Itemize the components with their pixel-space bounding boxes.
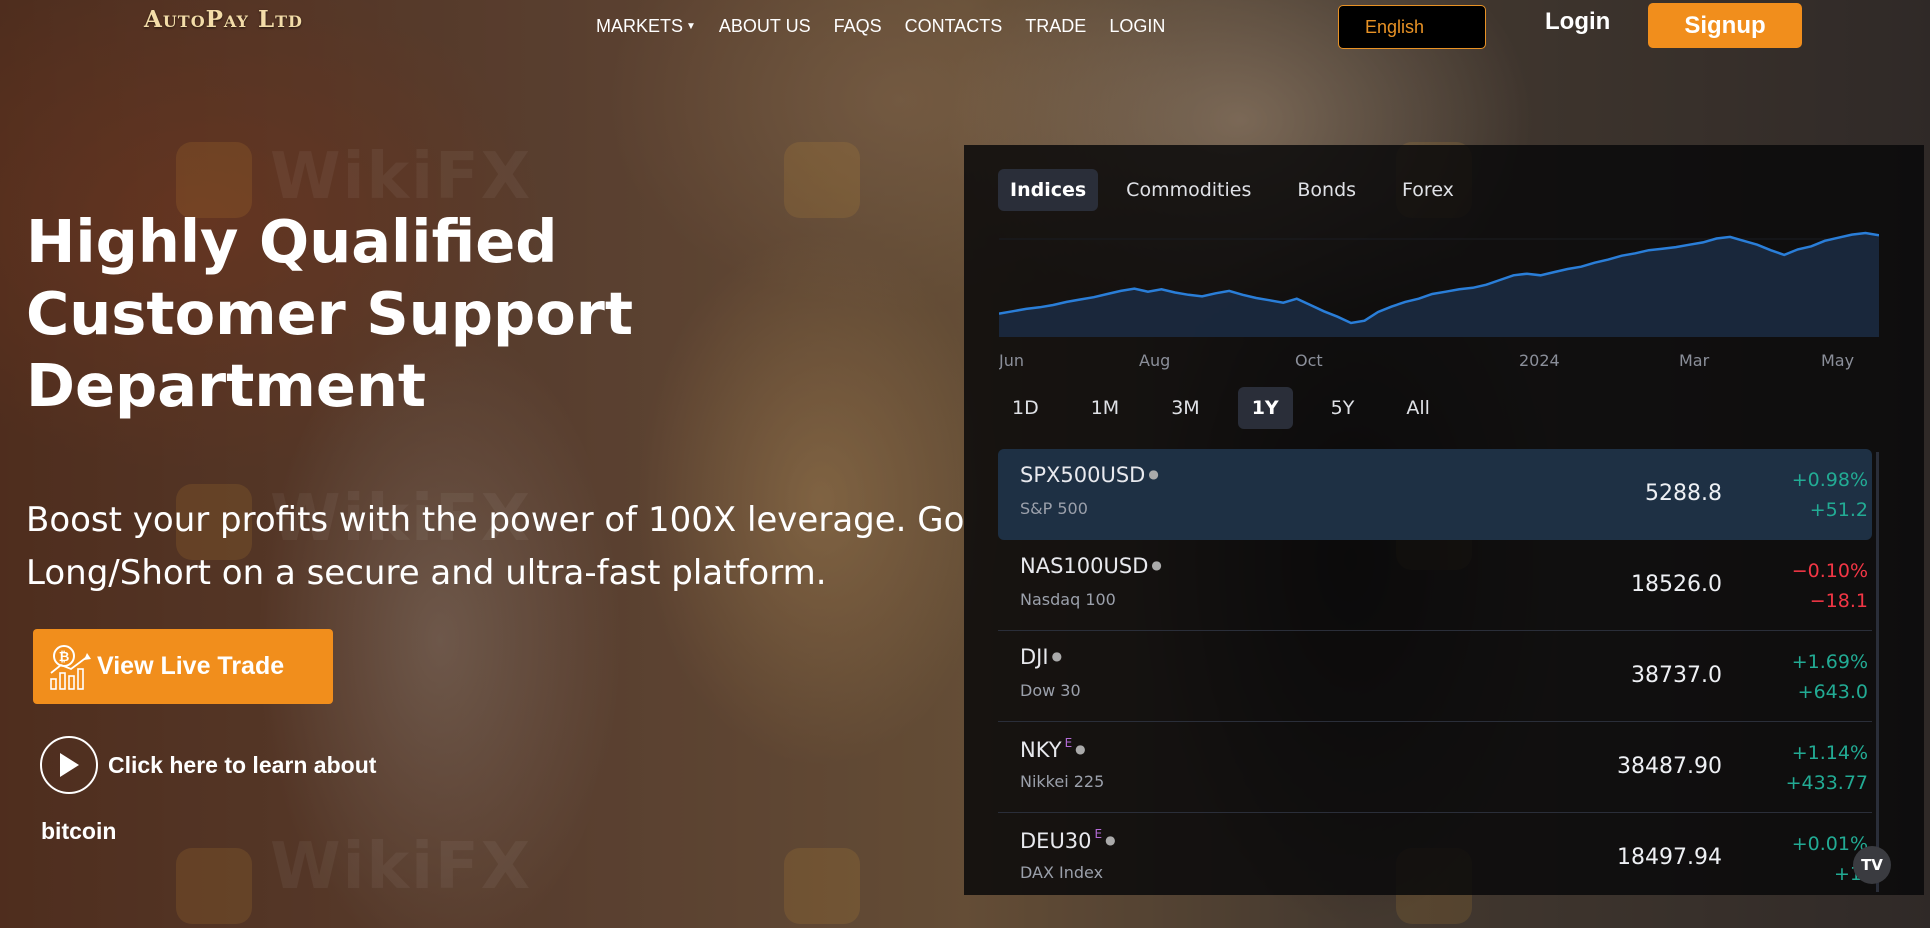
change-absolute: +51.2 <box>1809 499 1868 521</box>
watermark-text: WikiFX <box>270 830 533 904</box>
symbol-row-spx500usd[interactable]: SPX500USD ● S&P 500 5288.8 +0.98% +51.2 <box>998 449 1872 540</box>
bitcoin-chart-icon: ₿ <box>50 644 91 690</box>
symbol-name: Dow 30 <box>1020 681 1081 700</box>
ticker-text: NKY <box>1020 738 1062 762</box>
symbol-price: 38737.0 <box>1631 663 1722 688</box>
symbol-change: −0.10% −18.1 <box>1792 556 1868 616</box>
ticker-text: DJI <box>1020 645 1049 669</box>
watermark-text: WikiFX <box>270 140 533 214</box>
status-dot-icon: ● <box>1148 467 1159 481</box>
play-icon <box>60 753 79 777</box>
symbol-change: +1.69% +643.0 <box>1792 647 1868 707</box>
range-all[interactable]: All <box>1392 387 1444 429</box>
nav-item-contacts[interactable]: CONTACTS <box>905 16 1003 37</box>
hero-title: Highly Qualified Customer Support Depart… <box>26 206 676 422</box>
symbol-row-nas100usd[interactable]: NAS100USD ● Nasdaq 100 18526.0 −0.10% −18.… <box>998 540 1872 631</box>
hero-title-line: Customer Support <box>26 279 634 348</box>
symbol-ticker: DJI ● <box>1020 645 1062 669</box>
status-dot-icon: ● <box>1075 742 1086 756</box>
change-absolute: +643.0 <box>1797 681 1868 703</box>
tab-bonds[interactable]: Bonds <box>1285 169 1368 211</box>
x-tick-label: 2024 <box>1519 351 1560 370</box>
brand-logo[interactable]: AutoPay Ltd <box>144 6 303 33</box>
range-1m[interactable]: 1M <box>1077 387 1133 429</box>
view-live-trade-label: View Live Trade <box>97 652 285 680</box>
nav-item-login[interactable]: LOGIN <box>1109 16 1165 37</box>
delay-superscript: E <box>1064 736 1073 750</box>
watermark-logo <box>176 848 252 924</box>
status-dot-icon: ● <box>1151 558 1162 572</box>
learn-about-link[interactable]: Click here to learn about <box>108 752 376 779</box>
ticker-text: DEU30 <box>1020 829 1092 853</box>
symbol-name: Nikkei 225 <box>1020 772 1105 791</box>
index-area-chart: Jun Aug Oct 2024 Mar May <box>999 231 1879 370</box>
market-overview-widget: Indices Commodities Bonds Forex Jun Aug Oc… <box>964 145 1924 895</box>
nav-item-markets[interactable]: MARKETS ▼ <box>596 16 696 37</box>
delay-superscript: E <box>1094 827 1103 841</box>
chart-area-fill <box>999 233 1879 337</box>
tab-forex[interactable]: Forex <box>1390 169 1466 211</box>
status-dot-icon: ● <box>1105 833 1116 847</box>
learn-about-link-continued[interactable]: bitcoin <box>41 818 116 845</box>
symbol-price: 18526.0 <box>1631 572 1722 597</box>
change-absolute: −18.1 <box>1809 590 1868 612</box>
market-tabs: Indices Commodities Bonds Forex <box>998 169 1482 211</box>
symbol-row-dji[interactable]: DJI ● Dow 30 38737.0 +1.69% +643.0 <box>998 631 1872 722</box>
nav-item-label: MARKETS <box>596 16 684 36</box>
symbol-ticker: NKY E ● <box>1020 736 1086 762</box>
tradingview-logo-icon[interactable]: TV <box>1853 846 1891 884</box>
symbol-name: S&P 500 <box>1020 499 1088 518</box>
symbol-price: 5288.8 <box>1645 481 1722 506</box>
play-video-button[interactable] <box>40 736 98 794</box>
ticker-text: NAS100USD <box>1020 554 1149 578</box>
svg-text:₿: ₿ <box>59 650 70 665</box>
symbol-change: +1.14% +433.77 <box>1786 738 1868 798</box>
tab-indices[interactable]: Indices <box>998 169 1099 211</box>
hero-subtitle: Boost your profits with the power of 100… <box>26 500 965 593</box>
symbol-price: 38487.90 <box>1617 754 1722 779</box>
hero-title-line: Department <box>26 351 427 420</box>
x-tick-label: Aug <box>1139 351 1170 370</box>
symbol-price: 18497.94 <box>1617 845 1722 870</box>
change-absolute: +433.77 <box>1785 772 1868 794</box>
symbol-change: +0.98% +51.2 <box>1792 465 1868 525</box>
range-1d[interactable]: 1D <box>998 387 1053 429</box>
nav-item-faqs[interactable]: FAQS <box>834 16 882 37</box>
symbol-ticker: DEU30 E ● <box>1020 827 1116 853</box>
symbol-ticker: SPX500USD ● <box>1020 463 1159 487</box>
range-5y[interactable]: 5Y <box>1317 387 1369 429</box>
main-nav: MARKETS ▼ ABOUT US FAQS CONTACTS TRADE LO… <box>596 16 1165 37</box>
view-live-trade-button[interactable]: ₿ View Live Trade <box>33 629 333 704</box>
watermark-logo <box>784 142 860 218</box>
change-percent: −0.10% <box>1791 560 1868 582</box>
hero-title-line: Highly Qualified <box>26 207 558 276</box>
x-tick-label: Jun <box>999 351 1024 370</box>
symbol-list: SPX500USD ● S&P 500 5288.8 +0.98% +51.2 NA… <box>998 449 1872 903</box>
range-3m[interactable]: 3M <box>1157 387 1213 429</box>
status-dot-icon: ● <box>1051 649 1063 663</box>
change-percent: +0.98% <box>1791 469 1868 491</box>
ticker-text: SPX500USD <box>1020 463 1146 487</box>
symbol-name: Nasdaq 100 <box>1020 590 1116 609</box>
x-tick-label: Oct <box>1295 351 1323 370</box>
symbol-name: DAX Index <box>1020 863 1104 882</box>
symbol-ticker: NAS100USD ● <box>1020 554 1162 578</box>
change-percent: +1.69% <box>1791 651 1868 673</box>
nav-item-trade[interactable]: TRADE <box>1025 16 1086 37</box>
tab-commodities[interactable]: Commodities <box>1114 169 1263 211</box>
change-percent: +1.14% <box>1791 742 1868 764</box>
signup-button[interactable]: Signup <box>1648 3 1802 48</box>
language-select[interactable]: English <box>1338 5 1486 49</box>
login-button[interactable]: Login <box>1545 8 1610 36</box>
nav-item-about-us[interactable]: ABOUT US <box>719 16 811 37</box>
caret-down-icon: ▼ <box>686 21 696 32</box>
symbol-list-scrollbar[interactable] <box>1876 452 1879 892</box>
range-1y[interactable]: 1Y <box>1237 387 1293 429</box>
x-tick-label: May <box>1821 351 1854 370</box>
symbol-row-nky[interactable]: NKY E ● Nikkei 225 38487.90 +1.14% +433.77 <box>998 722 1872 813</box>
symbol-row-deu30[interactable]: DEU30 E ● DAX Index 18497.94 +0.01% +1. <box>998 813 1872 903</box>
watermark-logo <box>784 848 860 924</box>
x-tick-label: Mar <box>1679 351 1710 370</box>
time-range-selector: 1D 1M 3M 1Y 5Y All <box>998 387 1444 429</box>
